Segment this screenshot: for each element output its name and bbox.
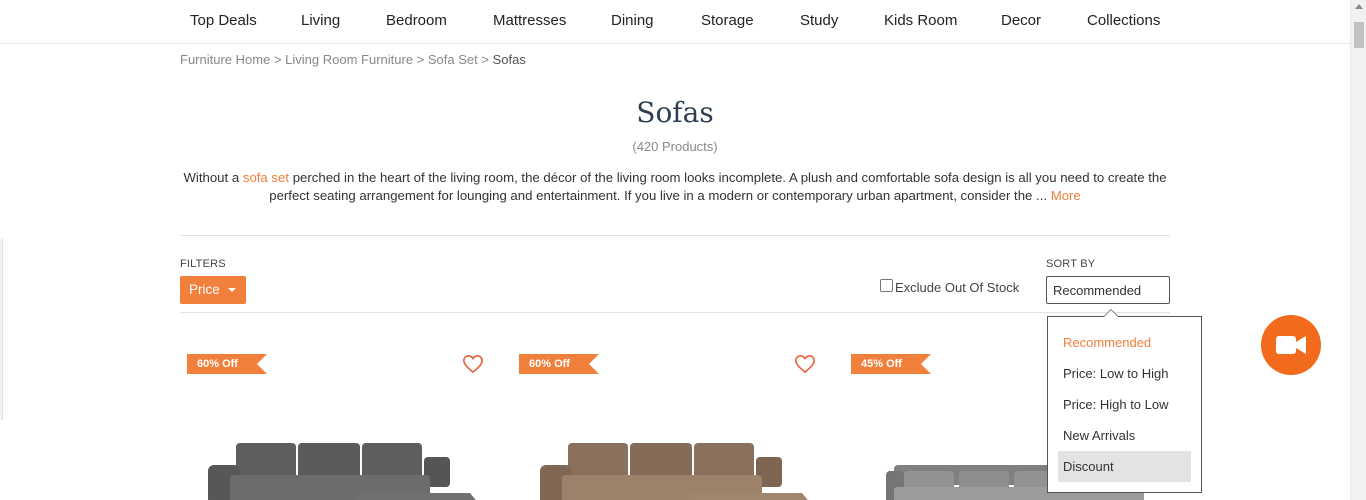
product-count: (420 Products) <box>632 139 718 154</box>
discount-badge-label: 45% Off <box>861 358 902 370</box>
discount-badge: 60% Off <box>519 354 599 374</box>
breadcrumb-separator: > <box>416 52 425 67</box>
price-filter-button[interactable]: Price <box>180 276 246 304</box>
nav-item-bedroom[interactable]: Bedroom <box>386 12 447 29</box>
page-title: Sofas <box>636 96 714 129</box>
scroll-up-arrow-icon[interactable] <box>1355 4 1363 9</box>
sort-option-label: Recommended <box>1063 335 1152 350</box>
breadcrumb-living-room-furniture[interactable]: Living Room Furniture <box>285 52 413 67</box>
caret-down-icon <box>228 288 236 292</box>
exclude-out-of-stock-checkbox[interactable] <box>880 279 893 292</box>
sort-option-discount[interactable]: Discount <box>1058 451 1191 482</box>
heart-icon[interactable] <box>794 354 816 374</box>
sort-option-label: Price: Low to High <box>1063 366 1169 381</box>
video-call-button[interactable] <box>1261 315 1321 375</box>
description-prefix: Without a <box>183 170 240 185</box>
discount-badge: 45% Off <box>851 354 931 374</box>
sort-option-price-low-to-high[interactable]: Price: Low to High <box>1058 358 1191 389</box>
sort-option-label: Price: High to Low <box>1063 397 1169 412</box>
filters-label: FILTERS <box>180 258 226 270</box>
vertical-scrollbar[interactable] <box>1350 0 1366 500</box>
breadcrumb-sofa-set[interactable]: Sofa Set <box>428 52 478 67</box>
divider <box>180 235 1170 236</box>
product-card[interactable]: 60% Off <box>512 330 830 500</box>
breadcrumb: Furniture Home > Living Room Furniture >… <box>180 52 526 67</box>
nav-item-mattresses[interactable]: Mattresses <box>493 12 566 29</box>
top-navigation: Top Deals Living Bedroom Mattresses Dini… <box>0 0 1350 44</box>
video-camera-icon <box>1276 336 1306 354</box>
side-panel-edge <box>0 238 3 420</box>
breadcrumb-furniture-home[interactable]: Furniture Home <box>180 52 270 67</box>
sort-option-label: Discount <box>1063 459 1114 474</box>
sort-by-label: SORT BY <box>1046 258 1096 270</box>
breadcrumb-separator: > <box>273 52 282 67</box>
nav-item-decor[interactable]: Decor <box>1001 12 1041 29</box>
discount-badge-label: 60% Off <box>197 358 238 370</box>
nav-item-kids-room[interactable]: Kids Room <box>884 12 957 29</box>
price-filter-label: Price <box>189 282 220 297</box>
sort-selected-value: Recommended <box>1053 283 1142 298</box>
dropdown-pointer <box>1104 310 1118 317</box>
nav-item-living[interactable]: Living <box>301 12 340 29</box>
nav-item-collections[interactable]: Collections <box>1087 12 1160 29</box>
breadcrumb-separator: > <box>481 52 489 67</box>
heart-icon[interactable] <box>462 354 484 374</box>
divider <box>180 312 1170 313</box>
breadcrumb-current: Sofas <box>492 52 526 67</box>
description-text: perched in the heart of the living room,… <box>269 170 1167 203</box>
sort-option-new-arrivals[interactable]: New Arrivals <box>1058 420 1191 451</box>
sort-option-label: New Arrivals <box>1063 428 1136 443</box>
product-card[interactable]: 60% Off <box>180 330 498 500</box>
sofa-set-link[interactable]: sofa set <box>243 170 289 185</box>
sort-by-select[interactable]: Recommended <box>1046 276 1170 304</box>
sort-dropdown-menu: Recommended Price: Low to High Price: Hi… <box>1047 309 1202 493</box>
sort-option-price-high-to-low[interactable]: Price: High to Low <box>1058 389 1191 420</box>
exclude-out-of-stock-label: Exclude Out Of Stock <box>895 280 1020 295</box>
nav-item-dining[interactable]: Dining <box>611 12 654 29</box>
discount-badge: 60% Off <box>187 354 267 374</box>
scroll-thumb[interactable] <box>1354 22 1364 48</box>
sofa-image <box>208 443 476 500</box>
sort-option-recommended[interactable]: Recommended <box>1058 327 1191 358</box>
discount-badge-label: 60% Off <box>529 358 570 370</box>
sofa-image <box>540 443 808 500</box>
category-description: Without a sofa set perched in the heart … <box>180 169 1170 205</box>
read-more-link[interactable]: More <box>1051 188 1081 203</box>
nav-item-top-deals[interactable]: Top Deals <box>190 12 257 29</box>
nav-item-study[interactable]: Study <box>800 12 838 29</box>
nav-item-storage[interactable]: Storage <box>701 12 754 29</box>
